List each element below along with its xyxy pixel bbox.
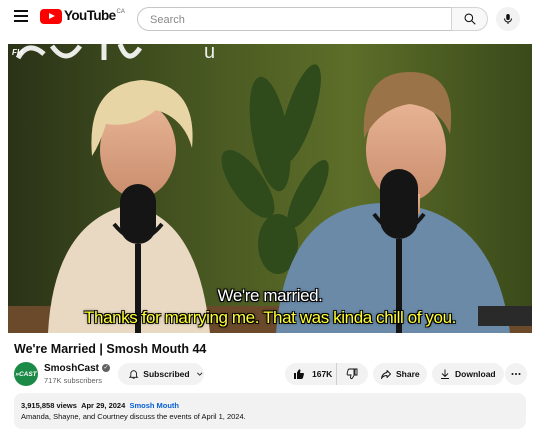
microphone-icon	[504, 14, 512, 24]
bell-icon	[128, 370, 139, 379]
svg-text:u: u	[204, 44, 215, 63]
description-box[interactable]: 3,915,858 views Apr 29, 2024 Smosh Mouth…	[14, 393, 526, 429]
description-meta: 3,915,858 views Apr 29, 2024 Smosh Mouth	[21, 401, 179, 410]
subscribe-button[interactable]: Subscribed	[118, 363, 204, 385]
thumbs-down-icon	[346, 368, 358, 380]
like-count: 167K	[312, 369, 333, 379]
top-bar: YouTube CA	[0, 0, 540, 40]
search-button[interactable]	[451, 7, 488, 31]
channel-avatar[interactable]: »CAST	[14, 362, 38, 386]
share-button[interactable]: Share	[373, 363, 427, 385]
video-player[interactable]: u FH We're married. Thanks for marrying …	[8, 44, 532, 333]
share-icon	[381, 370, 391, 379]
youtube-play-icon	[40, 9, 62, 24]
subtitle-line-2: Thanks for marrying me. That was kinda c…	[84, 308, 456, 327]
search-box	[137, 7, 451, 32]
voice-search-button[interactable]	[496, 7, 520, 31]
menu-icon[interactable]	[14, 10, 28, 22]
download-icon	[441, 369, 449, 379]
country-code: CA	[116, 9, 125, 15]
subscriber-count: 717K subscribers	[44, 376, 102, 385]
more-horizontal-icon	[511, 373, 521, 375]
youtube-logo[interactable]: YouTube CA	[40, 8, 125, 26]
search-icon	[464, 13, 476, 25]
upload-date: Apr 29, 2024	[81, 401, 126, 410]
download-label: Download	[455, 369, 496, 379]
subtitle-line-1: We're married.	[217, 286, 323, 305]
more-actions-button[interactable]	[505, 363, 527, 385]
dislike-button[interactable]	[337, 368, 367, 380]
share-label: Share	[396, 369, 420, 379]
verified-icon: ✓	[102, 364, 111, 373]
description-text: Amanda, Shayne, and Courtney discuss the…	[21, 412, 246, 421]
like-dislike-group: 167K	[285, 363, 368, 385]
search-input[interactable]	[148, 8, 442, 32]
chevron-down-icon	[196, 372, 202, 376]
subscribe-label: Subscribed	[143, 369, 190, 379]
logo-text: YouTube	[64, 8, 116, 23]
view-count: 3,915,858 views	[21, 401, 77, 410]
channel-row: »CAST SmoshCast ✓ 717K subscribers Subscr…	[14, 362, 530, 386]
hashtag-link[interactable]: Smosh Mouth	[129, 401, 179, 410]
corner-mark: FH	[12, 48, 23, 57]
like-button[interactable]: 167K	[285, 363, 337, 385]
video-title: We're Married | Smosh Mouth 44	[14, 342, 207, 356]
channel-name[interactable]: SmoshCast	[44, 363, 99, 374]
download-button[interactable]: Download	[432, 363, 504, 385]
thumbs-up-icon	[294, 369, 304, 380]
channel-name-row: SmoshCast ✓	[44, 363, 111, 374]
